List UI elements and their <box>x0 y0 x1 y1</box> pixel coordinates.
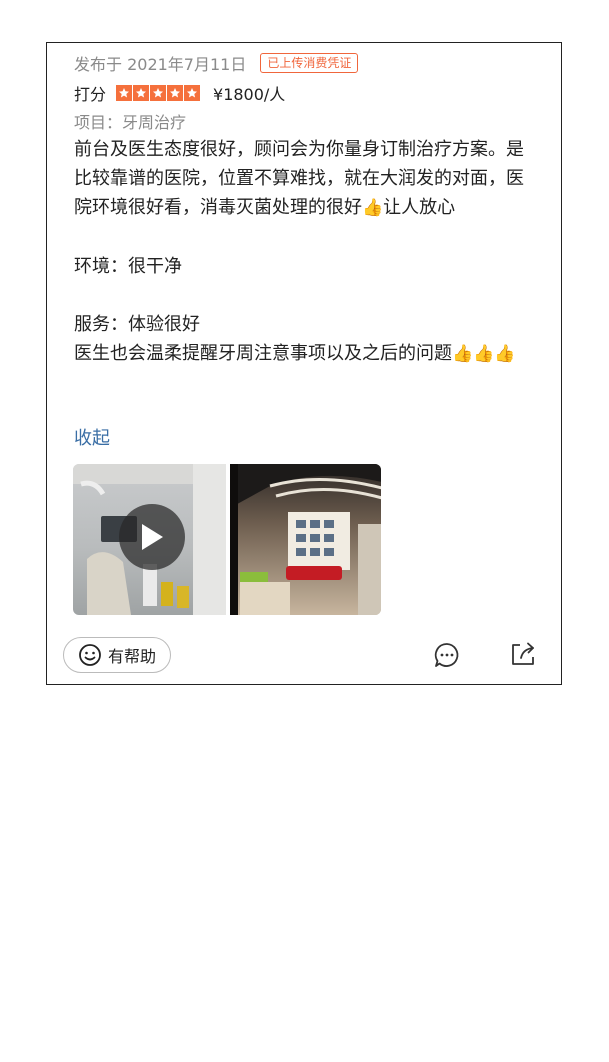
review-text: 前台及医生态度很好，顾问会为你量身订制治疗方案。是比较靠谱的医院，位置不算难找，… <box>74 135 534 369</box>
review-meta: 发布于 2021年7月11日 已上传消费凭证 <box>74 51 359 75</box>
review-paragraph: 环境：很干净 <box>74 256 182 277</box>
thumbs-up-icon: 👍👍👍 <box>452 344 516 364</box>
helpful-label: 有帮助 <box>107 647 156 666</box>
voucher-badge: 已上传消费凭证 <box>260 53 359 73</box>
project-label: 项目：牙周治疗 <box>74 113 187 132</box>
video-thumbnail[interactable] <box>73 464 226 615</box>
review-date: 发布于 2021年7月11日 <box>74 55 247 74</box>
play-icon <box>142 524 163 550</box>
review-paragraph: 服务：体验很好 <box>74 314 200 335</box>
helpful-button[interactable]: 有帮助 <box>63 637 171 673</box>
star-icon <box>133 85 150 101</box>
star-icon <box>150 85 167 101</box>
price-per-person: ¥1800/人 <box>213 85 286 104</box>
star-icon <box>184 85 201 101</box>
share-icon <box>512 642 534 665</box>
share-button[interactable] <box>509 640 537 672</box>
star-rating <box>116 85 201 101</box>
clinic-lobby-photo[interactable] <box>230 464 381 615</box>
photo-gallery <box>73 464 381 615</box>
review-paragraph: 医生也会温柔提醒牙周注意事项以及之后的问题 <box>74 343 452 364</box>
rating-label: 打分 <box>74 85 107 104</box>
review-paragraph: 前台及医生态度很好，顾问会为你量身订制治疗方案。是比较靠谱的医院，位置不算难找，… <box>74 139 524 218</box>
action-bar: 有帮助 <box>63 637 543 675</box>
review-card: 发布于 2021年7月11日 已上传消费凭证 打分 ¥1800/人 项目：牙周治… <box>46 42 562 685</box>
comment-button[interactable] <box>433 641 461 673</box>
play-button[interactable] <box>119 504 185 570</box>
clinic-lobby-image <box>230 464 381 615</box>
star-icon <box>116 85 133 101</box>
collapse-link[interactable]: 收起 <box>74 424 110 450</box>
star-icon <box>167 85 184 101</box>
rating-row: 打分 ¥1800/人 <box>74 81 285 105</box>
thumbs-up-icon: 👍 <box>362 198 384 218</box>
comment-icon <box>434 643 459 667</box>
review-paragraph: 让人放心 <box>383 197 456 218</box>
smile-icon <box>78 643 102 667</box>
